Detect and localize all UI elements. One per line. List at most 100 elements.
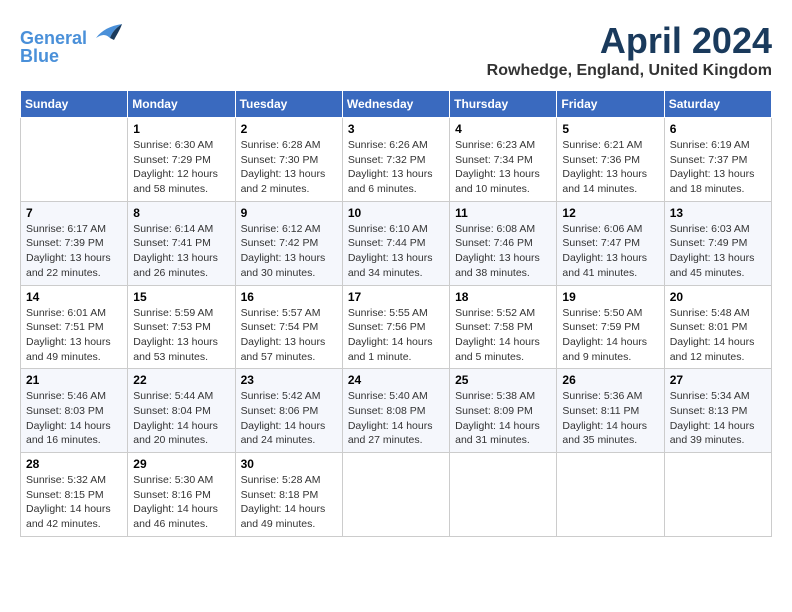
day-info: Sunrise: 5:52 AM Sunset: 7:58 PM Dayligh… <box>455 306 551 365</box>
day-number: 11 <box>455 206 551 220</box>
calendar-cell: 20Sunrise: 5:48 AM Sunset: 8:01 PM Dayli… <box>664 285 771 369</box>
calendar-header-row: SundayMondayTuesdayWednesdayThursdayFrid… <box>21 91 772 118</box>
day-number: 10 <box>348 206 444 220</box>
week-row-1: 1 Sunrise: 6:30 AM Sunset: 7:29 PM Daylig… <box>21 118 772 202</box>
calendar-cell: 19Sunrise: 5:50 AM Sunset: 7:59 PM Dayli… <box>557 285 664 369</box>
calendar-cell: 16Sunrise: 5:57 AM Sunset: 7:54 PM Dayli… <box>235 285 342 369</box>
week-row-4: 21Sunrise: 5:46 AM Sunset: 8:03 PM Dayli… <box>21 369 772 453</box>
day-info: Sunrise: 5:34 AM Sunset: 8:13 PM Dayligh… <box>670 389 766 448</box>
day-number: 30 <box>241 457 337 471</box>
day-info: Sunrise: 6:03 AM Sunset: 7:49 PM Dayligh… <box>670 222 766 281</box>
day-number: 20 <box>670 290 766 304</box>
calendar-cell: 11 Sunrise: 6:08 AM Sunset: 7:46 PM Dayli… <box>450 201 557 285</box>
calendar-cell: 7 Sunrise: 6:17 AM Sunset: 7:39 PM Daylig… <box>21 201 128 285</box>
calendar-cell <box>557 453 664 537</box>
day-number: 4 <box>455 122 551 136</box>
day-info: Sunrise: 5:28 AM Sunset: 8:18 PM Dayligh… <box>241 473 337 532</box>
day-info: Sunrise: 5:57 AM Sunset: 7:54 PM Dayligh… <box>241 306 337 365</box>
day-info: Sunrise: 6:30 AM Sunset: 7:29 PM Dayligh… <box>133 138 229 197</box>
calendar-cell: 12Sunrise: 6:06 AM Sunset: 7:47 PM Dayli… <box>557 201 664 285</box>
calendar-cell: 29 Sunrise: 5:30 AM Sunset: 8:16 PM Dayli… <box>128 453 235 537</box>
day-info: Sunrise: 6:28 AM Sunset: 7:30 PM Dayligh… <box>241 138 337 197</box>
day-info: Sunrise: 6:26 AM Sunset: 7:32 PM Dayligh… <box>348 138 444 197</box>
day-info: Sunrise: 6:01 AM Sunset: 7:51 PM Dayligh… <box>26 306 122 365</box>
day-header-friday: Friday <box>557 91 664 118</box>
day-number: 7 <box>26 206 122 220</box>
day-header-sunday: Sunday <box>21 91 128 118</box>
day-header-tuesday: Tuesday <box>235 91 342 118</box>
day-info: Sunrise: 5:59 AM Sunset: 7:53 PM Dayligh… <box>133 306 229 365</box>
calendar-cell: 23Sunrise: 5:42 AM Sunset: 8:06 PM Dayli… <box>235 369 342 453</box>
calendar-cell: 1 Sunrise: 6:30 AM Sunset: 7:29 PM Daylig… <box>128 118 235 202</box>
day-info: Sunrise: 5:32 AM Sunset: 8:15 PM Dayligh… <box>26 473 122 532</box>
calendar-cell: 21Sunrise: 5:46 AM Sunset: 8:03 PM Dayli… <box>21 369 128 453</box>
day-number: 1 <box>133 122 229 136</box>
logo: General Blue <box>20 20 124 67</box>
day-info: Sunrise: 6:19 AM Sunset: 7:37 PM Dayligh… <box>670 138 766 197</box>
calendar-cell: 9 Sunrise: 6:12 AM Sunset: 7:42 PM Daylig… <box>235 201 342 285</box>
month-title: April 2024 <box>487 20 772 62</box>
logo-text: General <box>20 20 124 49</box>
calendar: SundayMondayTuesdayWednesdayThursdayFrid… <box>20 90 772 537</box>
day-number: 24 <box>348 373 444 387</box>
day-number: 9 <box>241 206 337 220</box>
day-number: 22 <box>133 373 229 387</box>
day-number: 14 <box>26 290 122 304</box>
day-info: Sunrise: 5:30 AM Sunset: 8:16 PM Dayligh… <box>133 473 229 532</box>
calendar-cell: 8Sunrise: 6:14 AM Sunset: 7:41 PM Daylig… <box>128 201 235 285</box>
calendar-cell <box>342 453 449 537</box>
calendar-cell <box>450 453 557 537</box>
day-number: 17 <box>348 290 444 304</box>
day-number: 21 <box>26 373 122 387</box>
calendar-cell: 25Sunrise: 5:38 AM Sunset: 8:09 PM Dayli… <box>450 369 557 453</box>
day-info: Sunrise: 6:10 AM Sunset: 7:44 PM Dayligh… <box>348 222 444 281</box>
logo-bird-icon <box>94 20 124 44</box>
calendar-cell: 10 Sunrise: 6:10 AM Sunset: 7:44 PM Dayli… <box>342 201 449 285</box>
day-info: Sunrise: 6:08 AM Sunset: 7:46 PM Dayligh… <box>455 222 551 281</box>
day-info: Sunrise: 5:44 AM Sunset: 8:04 PM Dayligh… <box>133 389 229 448</box>
calendar-cell: 14 Sunrise: 6:01 AM Sunset: 7:51 PM Dayli… <box>21 285 128 369</box>
week-row-5: 28Sunrise: 5:32 AM Sunset: 8:15 PM Dayli… <box>21 453 772 537</box>
day-info: Sunrise: 6:06 AM Sunset: 7:47 PM Dayligh… <box>562 222 658 281</box>
day-number: 6 <box>670 122 766 136</box>
day-number: 3 <box>348 122 444 136</box>
day-header-saturday: Saturday <box>664 91 771 118</box>
day-info: Sunrise: 6:21 AM Sunset: 7:36 PM Dayligh… <box>562 138 658 197</box>
day-info: Sunrise: 5:40 AM Sunset: 8:08 PM Dayligh… <box>348 389 444 448</box>
day-info: Sunrise: 5:55 AM Sunset: 7:56 PM Dayligh… <box>348 306 444 365</box>
calendar-cell: 30 Sunrise: 5:28 AM Sunset: 8:18 PM Dayli… <box>235 453 342 537</box>
calendar-cell: 4 Sunrise: 6:23 AM Sunset: 7:34 PM Daylig… <box>450 118 557 202</box>
day-info: Sunrise: 6:23 AM Sunset: 7:34 PM Dayligh… <box>455 138 551 197</box>
calendar-cell: 28Sunrise: 5:32 AM Sunset: 8:15 PM Dayli… <box>21 453 128 537</box>
day-number: 29 <box>133 457 229 471</box>
calendar-cell: 18 Sunrise: 5:52 AM Sunset: 7:58 PM Dayli… <box>450 285 557 369</box>
day-number: 19 <box>562 290 658 304</box>
day-number: 13 <box>670 206 766 220</box>
calendar-cell: 3 Sunrise: 6:26 AM Sunset: 7:32 PM Daylig… <box>342 118 449 202</box>
calendar-cell: 6 Sunrise: 6:19 AM Sunset: 7:37 PM Daylig… <box>664 118 771 202</box>
day-number: 5 <box>562 122 658 136</box>
calendar-cell: 17 Sunrise: 5:55 AM Sunset: 7:56 PM Dayli… <box>342 285 449 369</box>
day-header-thursday: Thursday <box>450 91 557 118</box>
day-header-wednesday: Wednesday <box>342 91 449 118</box>
calendar-cell: 22 Sunrise: 5:44 AM Sunset: 8:04 PM Dayli… <box>128 369 235 453</box>
day-info: Sunrise: 6:17 AM Sunset: 7:39 PM Dayligh… <box>26 222 122 281</box>
week-row-3: 14 Sunrise: 6:01 AM Sunset: 7:51 PM Dayli… <box>21 285 772 369</box>
day-info: Sunrise: 6:14 AM Sunset: 7:41 PM Dayligh… <box>133 222 229 281</box>
calendar-cell: 15Sunrise: 5:59 AM Sunset: 7:53 PM Dayli… <box>128 285 235 369</box>
day-number: 27 <box>670 373 766 387</box>
calendar-cell: 24 Sunrise: 5:40 AM Sunset: 8:08 PM Dayli… <box>342 369 449 453</box>
day-number: 25 <box>455 373 551 387</box>
title-area: April 2024 Rowhedge, England, United Kin… <box>487 20 772 80</box>
calendar-cell <box>21 118 128 202</box>
day-number: 18 <box>455 290 551 304</box>
day-info: Sunrise: 5:36 AM Sunset: 8:11 PM Dayligh… <box>562 389 658 448</box>
location: Rowhedge, England, United Kingdom <box>487 62 772 80</box>
day-info: Sunrise: 5:42 AM Sunset: 8:06 PM Dayligh… <box>241 389 337 448</box>
day-info: Sunrise: 6:12 AM Sunset: 7:42 PM Dayligh… <box>241 222 337 281</box>
week-row-2: 7 Sunrise: 6:17 AM Sunset: 7:39 PM Daylig… <box>21 201 772 285</box>
calendar-cell: 27 Sunrise: 5:34 AM Sunset: 8:13 PM Dayli… <box>664 369 771 453</box>
day-header-monday: Monday <box>128 91 235 118</box>
calendar-cell: 26Sunrise: 5:36 AM Sunset: 8:11 PM Dayli… <box>557 369 664 453</box>
calendar-cell <box>664 453 771 537</box>
